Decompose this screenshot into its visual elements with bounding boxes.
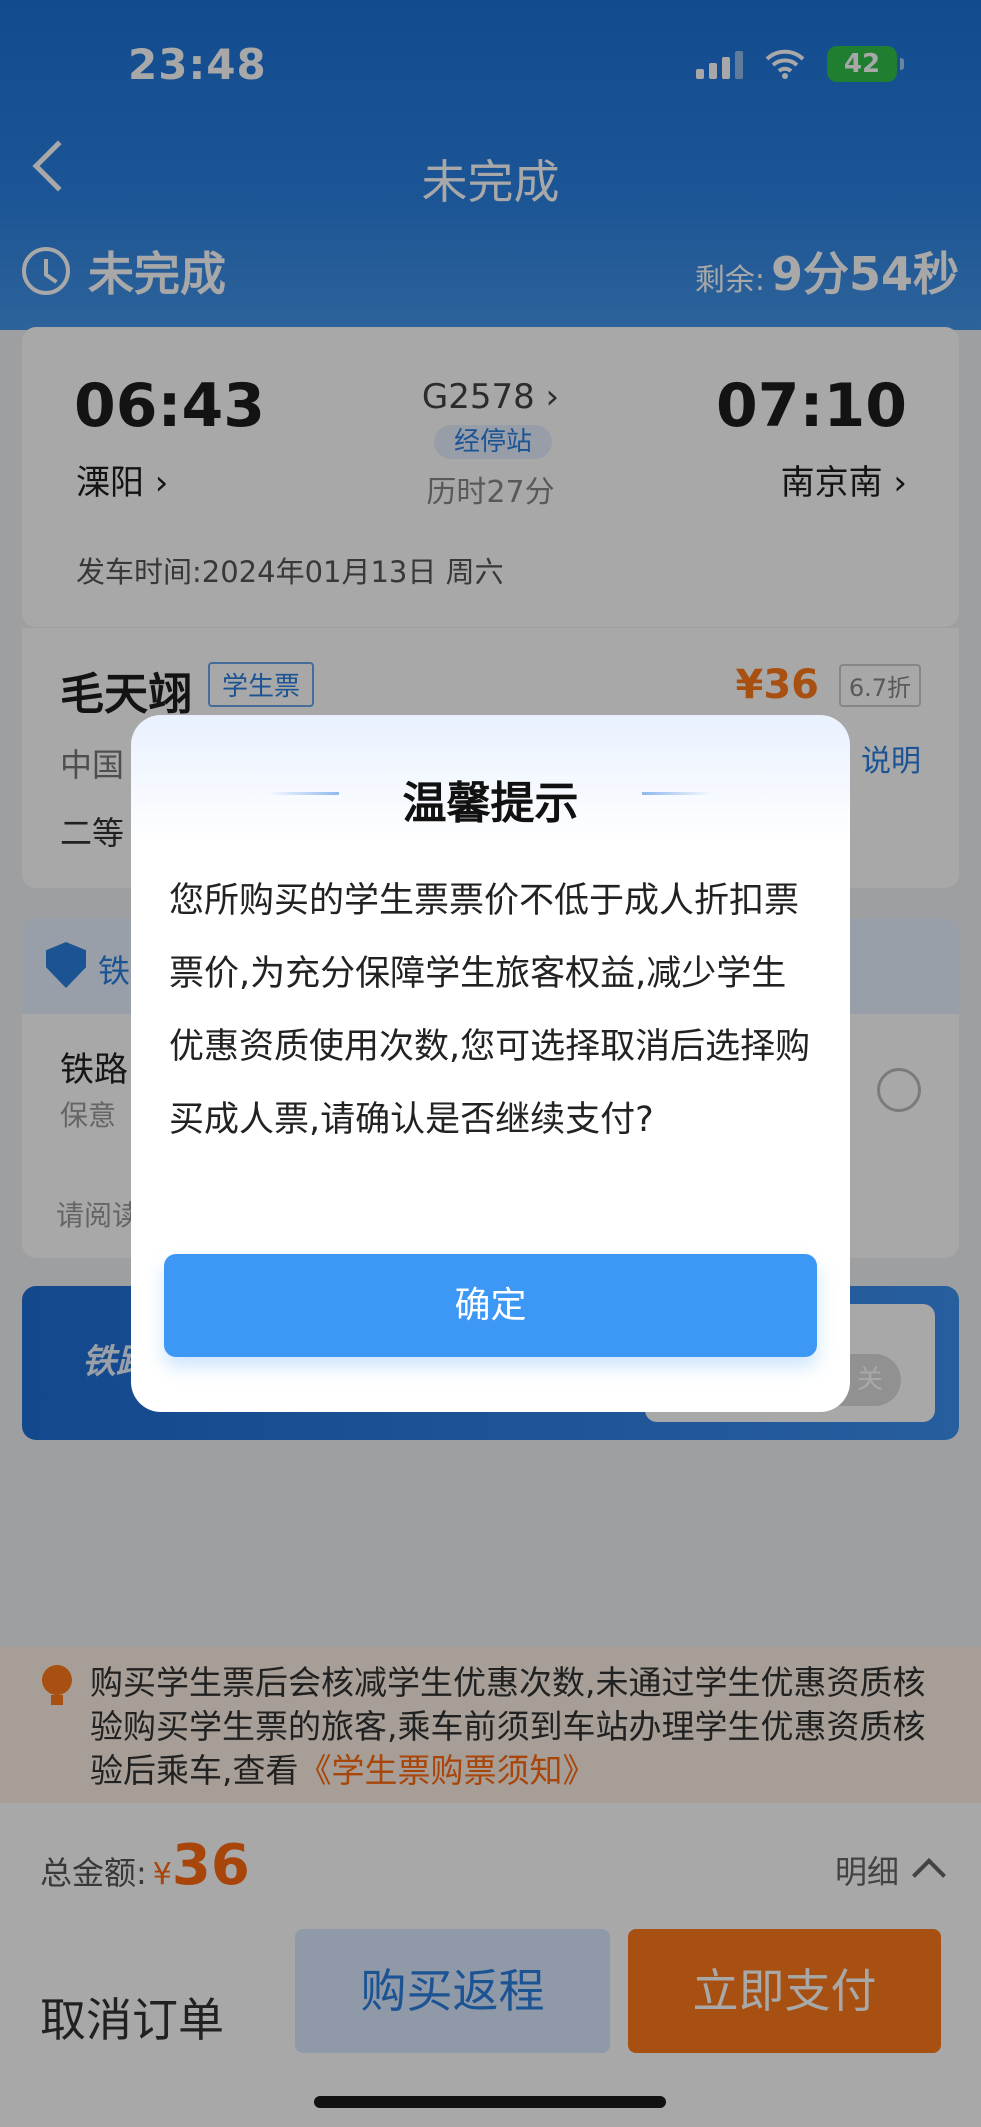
confirm-button[interactable]: 确定 [164, 1254, 817, 1357]
notice-dialog: 温馨提示 您所购买的学生票票价不低于成人折扣票票价,为充分保障学生旅客权益,减少… [131, 715, 850, 1412]
title-decoration-right [642, 792, 712, 795]
dialog-title: 温馨提示 [402, 778, 579, 829]
home-indicator [314, 2096, 666, 2108]
dialog-body: 您所购买的学生票票价不低于成人折扣票票价,为充分保障学生旅客权益,减少学生优惠资… [169, 881, 811, 1140]
